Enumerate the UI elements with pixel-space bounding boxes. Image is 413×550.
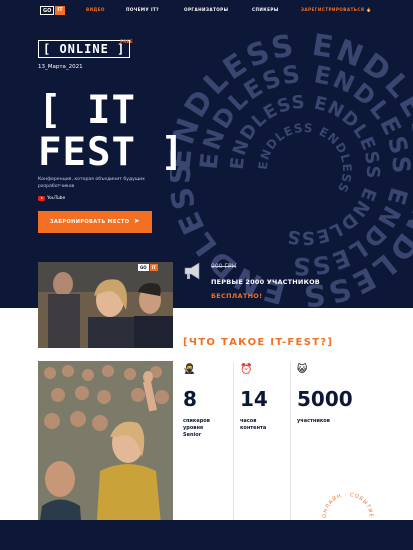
stat-divider bbox=[233, 362, 234, 520]
free-tag: FREE bbox=[120, 40, 133, 45]
spiral-word-ring: ENDLESS ENDLESS ENDLESS bbox=[227, 92, 382, 249]
conference-photo-2 bbox=[38, 361, 173, 535]
endless-spiral-graphic: ENDLESS ENDLESS ENDLESS ENDLESS ENDLESS … bbox=[170, 30, 413, 308]
first-participants-text: ПЕРВЫЕ 2000 УЧАСТНИКОВ bbox=[211, 278, 320, 286]
youtube-link[interactable]: YouTube bbox=[38, 196, 65, 201]
stat-label-line: Senior bbox=[183, 432, 202, 438]
nav-link-organizers[interactable]: ОРГАНИЗАТОРЫ bbox=[184, 7, 228, 12]
stat-label: часов контента bbox=[240, 418, 295, 432]
logo-it: IT bbox=[55, 6, 65, 15]
stat-value: 8 bbox=[183, 387, 197, 411]
stat-speakers: 🥷 8 спикеров уровня Senior bbox=[183, 364, 238, 439]
fire-icon: 🔥 bbox=[366, 7, 372, 12]
photo-logo-it: IT bbox=[149, 264, 158, 271]
hero-title-line1: [ IT bbox=[38, 88, 136, 133]
photo-1-image bbox=[38, 262, 173, 348]
stat-divider bbox=[290, 362, 291, 520]
youtube-label: YouTube bbox=[47, 196, 66, 201]
megaphone-icon bbox=[184, 262, 200, 280]
stat-label-line: уровня bbox=[183, 425, 204, 431]
event-date: 13_Марта_2021 bbox=[38, 64, 83, 70]
hero-description: Конференция, которая объединит будущих р… bbox=[38, 177, 145, 189]
logo-go: GO bbox=[40, 6, 55, 15]
cat-icon: 😺 bbox=[297, 364, 308, 375]
stat-participants: 😺 5000 участников bbox=[297, 364, 367, 425]
top-nav: GO IT ВИДЕО ПОЧЕМУ IT? ОРГАНИЗАТОРЫ СПИК… bbox=[0, 6, 413, 18]
online-badge: [ ONLINE ] bbox=[38, 40, 131, 58]
nav-register-link[interactable]: ЗАРЕГИСТРИРОВАТЬСЯ 🔥 bbox=[301, 7, 372, 13]
stat-label: спикеров уровня Senior bbox=[183, 418, 238, 439]
stat-value: 14 bbox=[240, 387, 268, 411]
book-seat-label: ЗАБРОНИРОВАТЬ МЕСТО bbox=[50, 219, 130, 225]
ninja-icon: 🥷 bbox=[183, 364, 196, 375]
stat-label-line: контента bbox=[240, 425, 267, 431]
spiral-word-ring: ENDLESS ENDLESS bbox=[256, 121, 353, 196]
alarm-clock-icon: ⏰ bbox=[240, 364, 253, 375]
nav-link-video[interactable]: ВИДЕО bbox=[86, 7, 105, 12]
send-icon: ➤ bbox=[133, 217, 140, 225]
svg-text:ENDLESS ENDLESS ENDLESS: ENDLESS ENDLESS ENDLESS bbox=[227, 92, 383, 249]
nav-link-speakers[interactable]: СПИКЕРЫ bbox=[252, 7, 279, 12]
footer-band bbox=[0, 520, 413, 550]
register-label: ЗАРЕГИСТРИРОВАТЬСЯ bbox=[301, 7, 365, 12]
conference-photo-1 bbox=[38, 262, 173, 348]
photo-logo-go: GO bbox=[138, 264, 149, 271]
old-price: 900 ГРН bbox=[211, 263, 237, 270]
svg-text:ENDLESS ENDLESS: ENDLESS ENDLESS bbox=[256, 121, 354, 196]
book-seat-button[interactable]: ЗАБРОНИРОВАТЬ МЕСТО ➤ bbox=[38, 211, 152, 233]
stat-label-line: участников bbox=[297, 418, 330, 424]
hero-title-line2: FEST ] bbox=[38, 130, 185, 175]
what-is-itfest-heading: [ЧТО ТАКОЕ IT-FEST?] bbox=[183, 337, 334, 348]
free-text: БЕСПЛАТНО! bbox=[211, 292, 263, 300]
stat-label-line: часов bbox=[240, 418, 257, 424]
photo-logo-badge: GO IT bbox=[138, 264, 158, 271]
nav-link-why-it[interactable]: ПОЧЕМУ IT? bbox=[126, 7, 159, 12]
stat-label-line: спикеров bbox=[183, 418, 210, 424]
stat-label: участников bbox=[297, 418, 367, 425]
go-it-logo[interactable]: GO IT bbox=[40, 6, 65, 15]
youtube-icon bbox=[38, 196, 45, 201]
stat-value: 5000 bbox=[297, 387, 353, 411]
photo-2-image bbox=[38, 361, 173, 535]
stat-hours: ⏰ 14 часов контента bbox=[240, 364, 295, 432]
